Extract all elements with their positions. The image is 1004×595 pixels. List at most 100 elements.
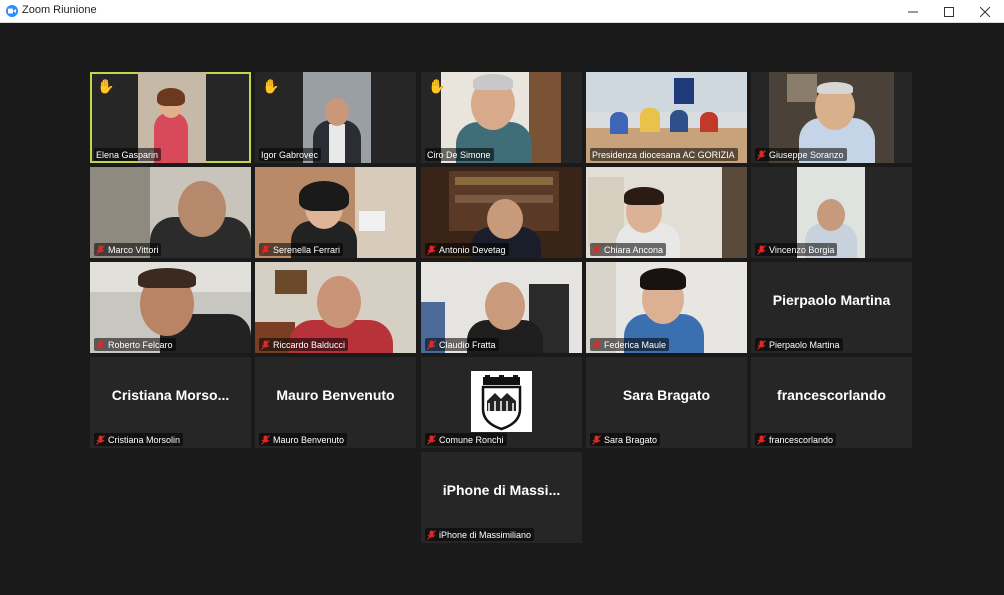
zoom-logo-icon (6, 5, 18, 17)
participant-tile[interactable]: ✋ Igor Gabrovec (255, 72, 416, 163)
participant-tile[interactable]: ✋ Ciro De Simone (421, 72, 582, 163)
name-label: Claudio Fratta (425, 338, 499, 351)
name-label: Mauro Benvenuto (259, 433, 348, 446)
muted-mic-icon (592, 244, 601, 255)
raised-hand-icon: ✋ (97, 78, 115, 94)
participant-tile[interactable]: Federica Maule (586, 262, 747, 353)
participant-name: Federica Maule (604, 339, 667, 350)
participant-display-name: francescorlando (777, 387, 886, 403)
name-label: Presidenza diocesana AC GORIZIA (590, 148, 738, 161)
participant-tile[interactable]: francescorlando francescorlando (751, 357, 912, 448)
muted-mic-icon (592, 339, 601, 350)
muted-mic-icon (261, 244, 270, 255)
participant-tile[interactable]: Antonio Devetag (421, 167, 582, 258)
muted-mic-icon (757, 149, 766, 160)
participant-name: Claudio Fratta (439, 339, 496, 350)
participant-name: Ciro De Simone (427, 149, 491, 160)
close-button[interactable] (967, 0, 1003, 23)
participant-display-name: iPhone di Massi... (442, 482, 561, 498)
name-label: Serenella Ferrari (259, 243, 344, 256)
participant-name: Riccardo Balducci (273, 339, 346, 350)
participant-name: francescorlando (769, 434, 834, 445)
participant-tile[interactable]: Marco Vittori (90, 167, 251, 258)
name-label: Ciro De Simone (425, 148, 494, 161)
participant-tile[interactable]: Giuseppe Soranzo (751, 72, 912, 163)
muted-mic-icon (592, 434, 601, 445)
participant-name: Comune Ronchi (439, 434, 504, 445)
participant-name: Roberto Felcaro (108, 339, 173, 350)
name-label: Vincenzo Borgia (755, 243, 838, 256)
name-label: Elena Gasparin (94, 148, 162, 161)
muted-mic-icon (427, 434, 436, 445)
name-label: iPhone di Massimiliano (425, 528, 535, 541)
name-label: Chiara Ancona (590, 243, 667, 256)
title-bar: Zoom Riunione (0, 0, 1004, 23)
name-label: francescorlando (755, 433, 837, 446)
name-label: Riccardo Balducci (259, 338, 349, 351)
name-label: Pierpaolo Martina (755, 338, 843, 351)
participant-display-name: Mauro Benvenuto (276, 387, 395, 403)
participant-display-name: Cristiana Morso... (111, 387, 230, 403)
muted-mic-icon (757, 339, 766, 350)
name-label: Antonio Devetag (425, 243, 509, 256)
muted-mic-icon (427, 339, 436, 350)
name-label: Comune Ronchi (425, 433, 507, 446)
muted-mic-icon (427, 244, 436, 255)
coat-of-arms-logo (471, 371, 532, 432)
maximize-button[interactable] (931, 0, 967, 23)
window-title: Zoom Riunione (22, 4, 97, 16)
participant-display-name: Sara Bragato (622, 387, 711, 403)
participant-name: iPhone di Massimiliano (439, 529, 532, 540)
name-label: Giuseppe Soranzo (755, 148, 847, 161)
participant-name: Antonio Devetag (439, 244, 506, 255)
name-label: Igor Gabrovec (259, 148, 322, 161)
participant-tile[interactable]: Presidenza diocesana AC GORIZIA (586, 72, 747, 163)
participant-name: Elena Gasparin (96, 149, 159, 160)
name-label: Roberto Felcaro (94, 338, 176, 351)
name-label: Cristiana Morsolin (94, 433, 184, 446)
muted-mic-icon (757, 434, 766, 445)
participant-tile[interactable]: Riccardo Balducci (255, 262, 416, 353)
participant-name: Serenella Ferrari (273, 244, 341, 255)
participant-name: Chiara Ancona (604, 244, 664, 255)
participant-tile[interactable]: Roberto Felcaro (90, 262, 251, 353)
muted-mic-icon (261, 434, 270, 445)
participant-tile[interactable]: Vincenzo Borgia (751, 167, 912, 258)
participant-name: Giuseppe Soranzo (769, 149, 844, 160)
close-icon (980, 6, 990, 17)
participant-name: Sara Bragato (604, 434, 658, 445)
participant-tile[interactable]: Mauro Benvenuto Mauro Benvenuto (255, 357, 416, 448)
muted-mic-icon (96, 244, 105, 255)
participant-tile[interactable]: Sara Bragato Sara Bragato (586, 357, 747, 448)
participant-name: Cristiana Morsolin (108, 434, 181, 445)
minimize-icon (908, 11, 918, 12)
maximize-icon (944, 6, 954, 17)
participant-tile[interactable]: Serenella Ferrari (255, 167, 416, 258)
participant-name: Pierpaolo Martina (769, 339, 840, 350)
name-label: Marco Vittori (94, 243, 162, 256)
participant-tile[interactable]: Pierpaolo Martina Pierpaolo Martina (751, 262, 912, 353)
participant-tile[interactable]: Chiara Ancona (586, 167, 747, 258)
name-label: Federica Maule (590, 338, 670, 351)
participant-tile[interactable]: Comune Ronchi (421, 357, 582, 448)
muted-mic-icon (427, 529, 436, 540)
participant-name: Igor Gabrovec (261, 149, 319, 160)
minimize-button[interactable] (895, 0, 931, 23)
muted-mic-icon (261, 339, 270, 350)
name-label: Sara Bragato (590, 433, 661, 446)
raised-hand-icon: ✋ (262, 78, 280, 94)
muted-mic-icon (96, 434, 105, 445)
participant-name: Mauro Benvenuto (273, 434, 345, 445)
participant-display-name: Pierpaolo Martina (772, 292, 891, 308)
participant-name: Vincenzo Borgia (769, 244, 835, 255)
raised-hand-icon: ✋ (428, 78, 446, 94)
participant-tile[interactable]: iPhone di Massi... iPhone di Massimilian… (421, 452, 582, 543)
video-gallery: ✋ Elena Gasparin ✋ Igor Gabrovec ✋ Ciro … (0, 23, 1004, 595)
muted-mic-icon (96, 339, 105, 350)
participant-tile[interactable]: Claudio Fratta (421, 262, 582, 353)
participant-name: Marco Vittori (108, 244, 159, 255)
muted-mic-icon (757, 244, 766, 255)
participant-name: Presidenza diocesana AC GORIZIA (592, 149, 735, 160)
participant-tile[interactable]: Cristiana Morso... Cristiana Morsolin (90, 357, 251, 448)
participant-tile[interactable]: ✋ Elena Gasparin (90, 72, 251, 163)
